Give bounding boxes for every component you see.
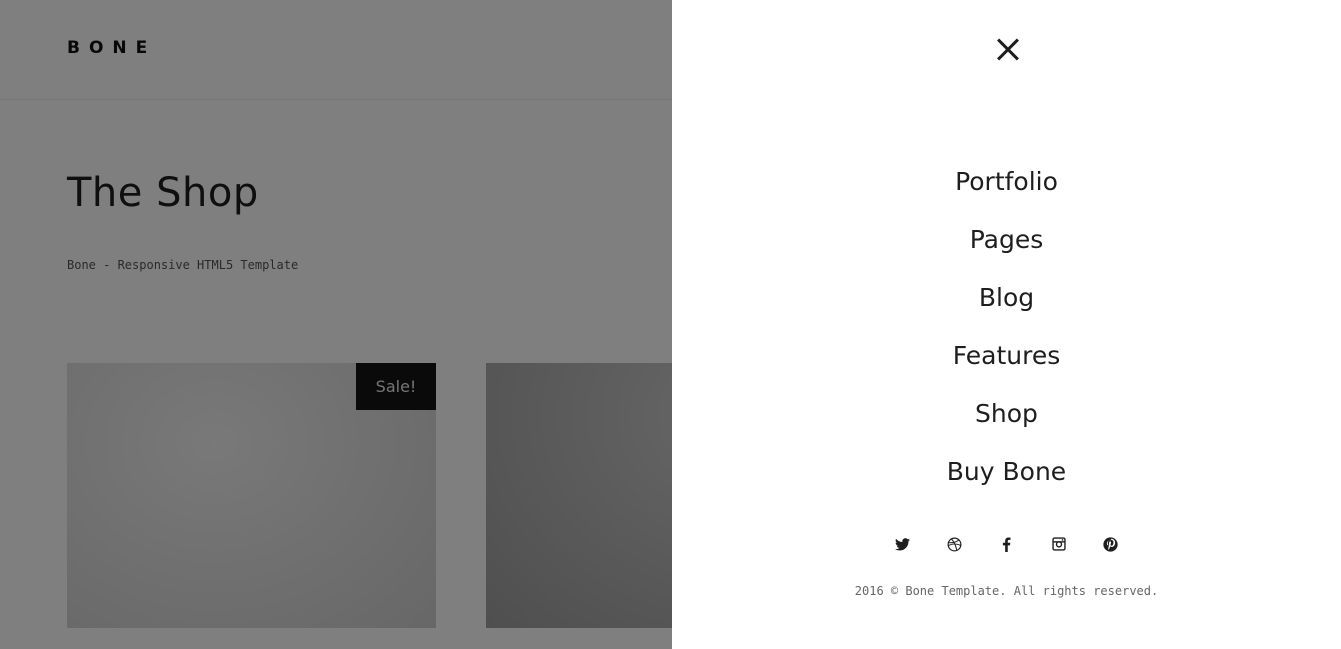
- nav-item-shop: Shop: [672, 392, 1341, 450]
- close-icon[interactable]: [992, 34, 1022, 64]
- nav-link-pages[interactable]: Pages: [970, 225, 1044, 254]
- facebook-icon[interactable]: [997, 531, 1017, 557]
- nav-item-pages: Pages: [672, 218, 1341, 276]
- social-links: [672, 531, 1341, 557]
- side-menu-panel: Portfolio Pages Blog Features Shop Buy B…: [672, 0, 1341, 649]
- nav-item-buy-bone: Buy Bone: [672, 450, 1341, 508]
- nav-item-blog: Blog: [672, 276, 1341, 334]
- nav-item-features: Features: [672, 334, 1341, 392]
- dribbble-icon[interactable]: [945, 531, 965, 557]
- nav-link-portfolio[interactable]: Portfolio: [955, 167, 1058, 196]
- pinterest-icon[interactable]: [1101, 531, 1121, 557]
- nav-link-buy-bone[interactable]: Buy Bone: [947, 457, 1066, 486]
- page-overlay[interactable]: [0, 0, 672, 649]
- nav-link-features[interactable]: Features: [953, 341, 1061, 370]
- copyright-text: 2016 © Bone Template. All rights reserve…: [854, 584, 1159, 598]
- instagram-icon[interactable]: [1049, 531, 1069, 557]
- nav-link-blog[interactable]: Blog: [979, 283, 1034, 312]
- nav-item-portfolio: Portfolio: [672, 160, 1341, 218]
- nav-link-shop[interactable]: Shop: [975, 399, 1038, 428]
- twitter-icon[interactable]: [893, 531, 913, 557]
- main-nav: Portfolio Pages Blog Features Shop Buy B…: [672, 160, 1341, 508]
